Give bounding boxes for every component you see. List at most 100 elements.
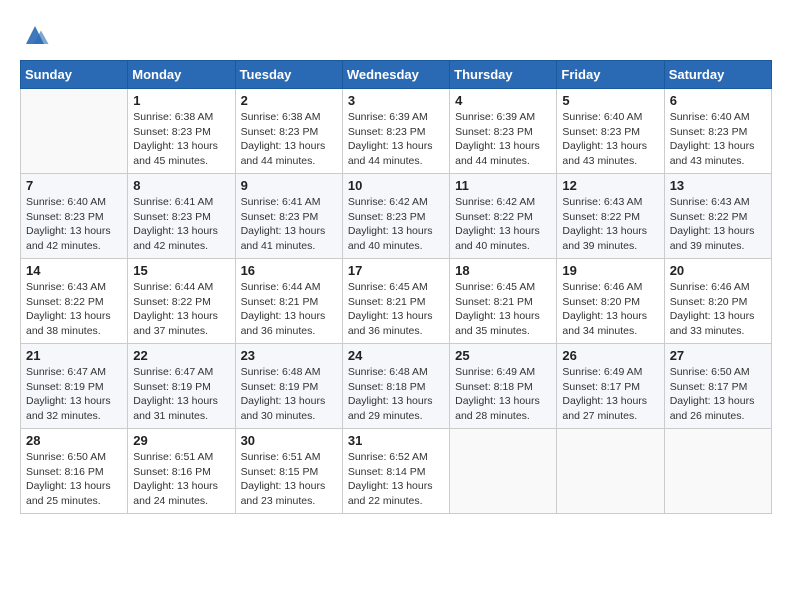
calendar-cell: 28 Sunrise: 6:50 AM Sunset: 8:16 PM Dayli… — [21, 429, 128, 514]
day-info: Sunrise: 6:39 AM Sunset: 8:23 PM Dayligh… — [455, 110, 551, 169]
calendar-cell: 21 Sunrise: 6:47 AM Sunset: 8:19 PM Dayli… — [21, 344, 128, 429]
logo-icon — [20, 20, 50, 50]
calendar-cell: 11 Sunrise: 6:42 AM Sunset: 8:22 PM Dayli… — [450, 174, 557, 259]
calendar-cell: 29 Sunrise: 6:51 AM Sunset: 8:16 PM Dayli… — [128, 429, 235, 514]
day-number: 2 — [241, 93, 337, 108]
calendar-table: SundayMondayTuesdayWednesdayThursdayFrid… — [20, 60, 772, 514]
calendar-cell — [664, 429, 771, 514]
calendar-cell: 8 Sunrise: 6:41 AM Sunset: 8:23 PM Daylig… — [128, 174, 235, 259]
day-info: Sunrise: 6:42 AM Sunset: 8:23 PM Dayligh… — [348, 195, 444, 254]
day-number: 27 — [670, 348, 766, 363]
header — [20, 20, 772, 50]
day-info: Sunrise: 6:52 AM Sunset: 8:14 PM Dayligh… — [348, 450, 444, 509]
day-number: 30 — [241, 433, 337, 448]
calendar-cell: 24 Sunrise: 6:48 AM Sunset: 8:18 PM Dayli… — [342, 344, 449, 429]
calendar-week-row: 14Sunrise: 6:43 AM Sunset: 8:22 PM Dayli… — [21, 259, 772, 344]
calendar-cell: 7 Sunrise: 6:40 AM Sunset: 8:23 PM Daylig… — [21, 174, 128, 259]
day-info: Sunrise: 6:49 AM Sunset: 8:18 PM Dayligh… — [455, 365, 551, 424]
page-container: SundayMondayTuesdayWednesdayThursdayFrid… — [20, 20, 772, 514]
day-info: Sunrise: 6:47 AM Sunset: 8:19 PM Dayligh… — [133, 365, 229, 424]
calendar-cell: 26 Sunrise: 6:49 AM Sunset: 8:17 PM Dayli… — [557, 344, 664, 429]
day-info: Sunrise: 6:50 AM Sunset: 8:16 PM Dayligh… — [26, 450, 122, 509]
calendar-cell: 23 Sunrise: 6:48 AM Sunset: 8:19 PM Dayli… — [235, 344, 342, 429]
calendar-week-row: 1 Sunrise: 6:38 AM Sunset: 8:23 PM Daylig… — [21, 89, 772, 174]
day-info: Sunrise: 6:48 AM Sunset: 8:19 PM Dayligh… — [241, 365, 337, 424]
calendar-cell: 14Sunrise: 6:43 AM Sunset: 8:22 PM Dayli… — [21, 259, 128, 344]
calendar-cell: 18 Sunrise: 6:45 AM Sunset: 8:21 PM Dayli… — [450, 259, 557, 344]
day-number: 5 — [562, 93, 658, 108]
calendar-cell: 22 Sunrise: 6:47 AM Sunset: 8:19 PM Dayli… — [128, 344, 235, 429]
day-info: Sunrise: 6:38 AM Sunset: 8:23 PM Dayligh… — [241, 110, 337, 169]
weekday-header: Thursday — [450, 61, 557, 89]
calendar-cell: 5 Sunrise: 6:40 AM Sunset: 8:23 PM Daylig… — [557, 89, 664, 174]
calendar-cell — [557, 429, 664, 514]
calendar-cell: 1 Sunrise: 6:38 AM Sunset: 8:23 PM Daylig… — [128, 89, 235, 174]
calendar-cell: 15 Sunrise: 6:44 AM Sunset: 8:22 PM Dayli… — [128, 259, 235, 344]
day-number: 26 — [562, 348, 658, 363]
day-info: Sunrise: 6:41 AM Sunset: 8:23 PM Dayligh… — [241, 195, 337, 254]
day-number: 21 — [26, 348, 122, 363]
day-info: Sunrise: 6:41 AM Sunset: 8:23 PM Dayligh… — [133, 195, 229, 254]
day-info: Sunrise: 6:44 AM Sunset: 8:22 PM Dayligh… — [133, 280, 229, 339]
weekday-header: Monday — [128, 61, 235, 89]
calendar-cell: 31 Sunrise: 6:52 AM Sunset: 8:14 PM Dayli… — [342, 429, 449, 514]
day-info: Sunrise: 6:40 AM Sunset: 8:23 PM Dayligh… — [26, 195, 122, 254]
day-number: 23 — [241, 348, 337, 363]
day-number: 7 — [26, 178, 122, 193]
weekday-header: Friday — [557, 61, 664, 89]
day-info: Sunrise: 6:47 AM Sunset: 8:19 PM Dayligh… — [26, 365, 122, 424]
day-number: 25 — [455, 348, 551, 363]
day-number: 4 — [455, 93, 551, 108]
day-info: Sunrise: 6:40 AM Sunset: 8:23 PM Dayligh… — [562, 110, 658, 169]
calendar-cell: 19Sunrise: 6:46 AM Sunset: 8:20 PM Dayli… — [557, 259, 664, 344]
day-info: Sunrise: 6:38 AM Sunset: 8:23 PM Dayligh… — [133, 110, 229, 169]
day-info: Sunrise: 6:49 AM Sunset: 8:17 PM Dayligh… — [562, 365, 658, 424]
day-info: Sunrise: 6:45 AM Sunset: 8:21 PM Dayligh… — [455, 280, 551, 339]
calendar-cell: 12Sunrise: 6:43 AM Sunset: 8:22 PM Dayli… — [557, 174, 664, 259]
calendar-cell: 20Sunrise: 6:46 AM Sunset: 8:20 PM Dayli… — [664, 259, 771, 344]
day-info: Sunrise: 6:45 AM Sunset: 8:21 PM Dayligh… — [348, 280, 444, 339]
weekday-header: Sunday — [21, 61, 128, 89]
calendar-cell: 6Sunrise: 6:40 AM Sunset: 8:23 PM Daylig… — [664, 89, 771, 174]
calendar-cell: 30 Sunrise: 6:51 AM Sunset: 8:15 PM Dayli… — [235, 429, 342, 514]
calendar-cell: 27 Sunrise: 6:50 AM Sunset: 8:17 PM Dayli… — [664, 344, 771, 429]
calendar-week-row: 28 Sunrise: 6:50 AM Sunset: 8:16 PM Dayli… — [21, 429, 772, 514]
day-number: 24 — [348, 348, 444, 363]
day-info: Sunrise: 6:42 AM Sunset: 8:22 PM Dayligh… — [455, 195, 551, 254]
day-number: 1 — [133, 93, 229, 108]
calendar-week-row: 21 Sunrise: 6:47 AM Sunset: 8:19 PM Dayli… — [21, 344, 772, 429]
day-info: Sunrise: 6:44 AM Sunset: 8:21 PM Dayligh… — [241, 280, 337, 339]
calendar-cell: 17Sunrise: 6:45 AM Sunset: 8:21 PM Dayli… — [342, 259, 449, 344]
day-info: Sunrise: 6:51 AM Sunset: 8:16 PM Dayligh… — [133, 450, 229, 509]
day-info: Sunrise: 6:51 AM Sunset: 8:15 PM Dayligh… — [241, 450, 337, 509]
day-number: 8 — [133, 178, 229, 193]
calendar-cell: 13Sunrise: 6:43 AM Sunset: 8:22 PM Dayli… — [664, 174, 771, 259]
day-info: Sunrise: 6:48 AM Sunset: 8:18 PM Dayligh… — [348, 365, 444, 424]
logo — [20, 20, 54, 50]
day-info: Sunrise: 6:39 AM Sunset: 8:23 PM Dayligh… — [348, 110, 444, 169]
weekday-header: Wednesday — [342, 61, 449, 89]
day-info: Sunrise: 6:43 AM Sunset: 8:22 PM Dayligh… — [26, 280, 122, 339]
day-number: 15 — [133, 263, 229, 278]
day-number: 3 — [348, 93, 444, 108]
day-number: 18 — [455, 263, 551, 278]
calendar-cell: 10Sunrise: 6:42 AM Sunset: 8:23 PM Dayli… — [342, 174, 449, 259]
weekday-header: Tuesday — [235, 61, 342, 89]
day-number: 9 — [241, 178, 337, 193]
day-number: 11 — [455, 178, 551, 193]
day-number: 28 — [26, 433, 122, 448]
calendar-cell — [450, 429, 557, 514]
calendar-header-row: SundayMondayTuesdayWednesdayThursdayFrid… — [21, 61, 772, 89]
calendar-cell: 4 Sunrise: 6:39 AM Sunset: 8:23 PM Daylig… — [450, 89, 557, 174]
calendar-cell: 25 Sunrise: 6:49 AM Sunset: 8:18 PM Dayli… — [450, 344, 557, 429]
day-info: Sunrise: 6:46 AM Sunset: 8:20 PM Dayligh… — [562, 280, 658, 339]
calendar-cell: 16Sunrise: 6:44 AM Sunset: 8:21 PM Dayli… — [235, 259, 342, 344]
day-info: Sunrise: 6:50 AM Sunset: 8:17 PM Dayligh… — [670, 365, 766, 424]
day-number: 20 — [670, 263, 766, 278]
calendar-week-row: 7 Sunrise: 6:40 AM Sunset: 8:23 PM Daylig… — [21, 174, 772, 259]
calendar-cell: 2 Sunrise: 6:38 AM Sunset: 8:23 PM Daylig… — [235, 89, 342, 174]
calendar-cell: 9 Sunrise: 6:41 AM Sunset: 8:23 PM Daylig… — [235, 174, 342, 259]
day-number: 31 — [348, 433, 444, 448]
day-number: 29 — [133, 433, 229, 448]
day-number: 22 — [133, 348, 229, 363]
